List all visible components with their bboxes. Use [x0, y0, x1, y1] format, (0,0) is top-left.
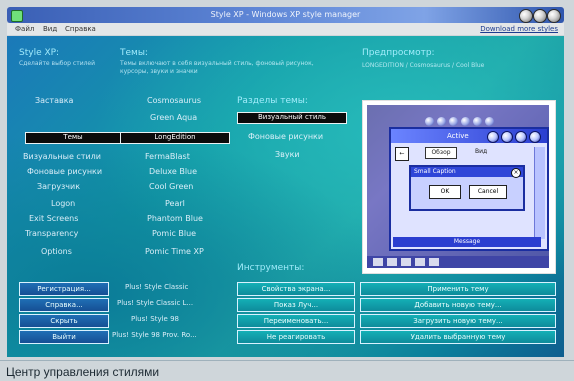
menu-view[interactable]: Вид — [43, 25, 57, 33]
preview-tab: Вид — [475, 148, 488, 155]
preview-taskbar-tile — [415, 258, 425, 266]
preview-tab: Обзор — [425, 147, 457, 159]
window-title: Style XP - Windows XP style manager — [210, 10, 361, 19]
style-xp-description: Сделайте выбор стилей — [19, 60, 96, 67]
preview-caption: LONGEDITION / Cosmosaurus / Cool Blue — [362, 62, 485, 69]
theme-item-selected[interactable]: LongEdition — [120, 132, 230, 144]
left-item-themes-selected[interactable]: Темы — [25, 132, 121, 144]
menu-file[interactable]: Файл — [15, 25, 34, 33]
preview-taskbar-tile — [429, 258, 439, 266]
preview-help-icon — [529, 131, 541, 143]
preview-dialog: Small Caption × OK Cancel — [409, 165, 525, 211]
theme-parts-heading: Разделы темы: — [237, 96, 308, 106]
orb-icon — [449, 117, 458, 126]
left-item-loader[interactable]: Загрузчик — [37, 182, 80, 191]
main-panel: Style XP: Сделайте выбор стилей Заставка… — [7, 36, 564, 357]
theme-item[interactable]: Pomic Time XP — [145, 247, 204, 256]
orb-icon — [473, 117, 482, 126]
plus-style-item[interactable]: Plus! Style Classic — [125, 283, 188, 291]
plus-style-item[interactable]: Plus! Style 98 — [131, 315, 179, 323]
preview-dialog-close-icon: × — [511, 168, 521, 178]
left-item-options[interactable]: Options — [41, 247, 72, 256]
left-item-logon[interactable]: Logon — [51, 199, 75, 208]
theme-part-sounds[interactable]: Звуки — [275, 150, 300, 159]
help-button[interactable]: Справка... — [19, 298, 109, 312]
no-reaction-button[interactable]: Не реагировать — [237, 330, 355, 344]
preview-minimize-icon — [487, 131, 499, 143]
exit-button[interactable]: Выйти — [19, 330, 109, 344]
apply-theme-button[interactable]: Применить тему — [360, 282, 556, 296]
hide-button[interactable]: Скрыть — [19, 314, 109, 328]
menu-bar: Файл Вид Справка Download more styles — [7, 23, 564, 35]
preview-dialog-title: Small Caption — [411, 167, 523, 177]
plus-style-item[interactable]: Plus! Style Classic L... — [117, 299, 193, 307]
preview-cancel-button: Cancel — [469, 185, 507, 199]
theme-part-visual-style[interactable]: Визуальный стиль — [237, 112, 347, 124]
preview-window: Active ← Обзор Вид Small Caption × OK Ca… — [389, 127, 549, 251]
screenshot-frame: Style XP - Windows XP style manager Файл… — [0, 0, 574, 381]
preview-desktop: Active ← Обзор Вид Small Caption × OK Ca… — [367, 105, 549, 268]
preview-ok-button: OK — [429, 185, 461, 199]
left-item-wallpapers[interactable]: Фоновые рисунки — [27, 167, 102, 176]
themes-heading: Темы: — [120, 48, 148, 58]
plus-style-item[interactable]: Plus! Style 98 Prov. Ro... — [112, 331, 197, 339]
rename-button[interactable]: Переименовать... — [237, 314, 355, 328]
theme-item[interactable]: FermaBlast — [145, 152, 190, 161]
load-theme-button[interactable]: Загрузить новую тему... — [360, 314, 556, 328]
orb-icon — [485, 117, 494, 126]
left-item-screensaver[interactable]: Заставка — [35, 96, 73, 105]
preview-pane: Active ← Обзор Вид Small Caption × OK Ca… — [362, 100, 556, 274]
preview-taskbar — [367, 256, 549, 268]
preview-taskbar-tile — [401, 258, 411, 266]
theme-item[interactable]: Deluxe Blue — [149, 167, 197, 176]
theme-part-wallpapers[interactable]: Фоновые рисунки — [248, 132, 323, 141]
orb-icon — [461, 117, 470, 126]
menu-help[interactable]: Справка — [65, 25, 96, 33]
orb-icon — [425, 117, 434, 126]
preview-maximize-icon — [501, 131, 513, 143]
close-icon[interactable] — [547, 9, 561, 23]
theme-item[interactable]: Cool Green — [149, 182, 193, 191]
theme-item[interactable]: Cosmosaurus — [147, 96, 201, 105]
maximize-icon[interactable] — [533, 9, 547, 23]
register-button[interactable]: Регистрация... — [19, 282, 109, 296]
delete-theme-button[interactable]: Удалить выбранную тему — [360, 330, 556, 344]
themes-description: Темы включают в себя визуальный стиль, ф… — [120, 60, 314, 75]
add-theme-button[interactable]: Добавить новую тему... — [360, 298, 556, 312]
preview-close-icon — [515, 131, 527, 143]
preview-scrollbar — [534, 147, 545, 239]
caption-text: Центр управления стилями — [6, 365, 160, 379]
preview-bottom-label: Message — [393, 237, 541, 247]
left-item-exit-screens[interactable]: Exit Screens — [29, 214, 78, 223]
title-bar: Style XP - Windows XP style manager — [7, 7, 564, 23]
display-properties-button[interactable]: Свойства экрана... — [237, 282, 355, 296]
preview-taskbar-tile — [387, 258, 397, 266]
orb-icon — [437, 117, 446, 126]
left-item-visual-styles[interactable]: Визуальные стили — [23, 152, 101, 161]
caption-bar: Центр управления стилями — [0, 360, 574, 381]
show-button[interactable]: Показ Луч... — [237, 298, 355, 312]
preview-taskbar-tile — [373, 258, 383, 266]
preview-toolbar: ← Обзор Вид — [395, 147, 541, 161]
theme-item[interactable]: Green Aqua — [150, 113, 197, 122]
theme-item[interactable]: Pearl — [165, 199, 185, 208]
download-link[interactable]: Download more styles — [480, 25, 558, 33]
left-item-transparency[interactable]: Transparency — [25, 229, 78, 238]
tools-heading: Инструменты: — [237, 263, 305, 273]
theme-item[interactable]: Phantom Blue — [147, 214, 203, 223]
preview-window-title: Active — [447, 132, 469, 140]
app-icon — [11, 10, 23, 22]
preview-window-titlebar: Active — [391, 129, 547, 143]
minimize-icon[interactable] — [519, 9, 533, 23]
preview-back-icon: ← — [395, 147, 409, 161]
theme-item[interactable]: Pomic Blue — [152, 229, 196, 238]
preview-heading: Предпросмотр: — [362, 48, 435, 58]
style-xp-heading: Style XP: — [19, 48, 60, 58]
